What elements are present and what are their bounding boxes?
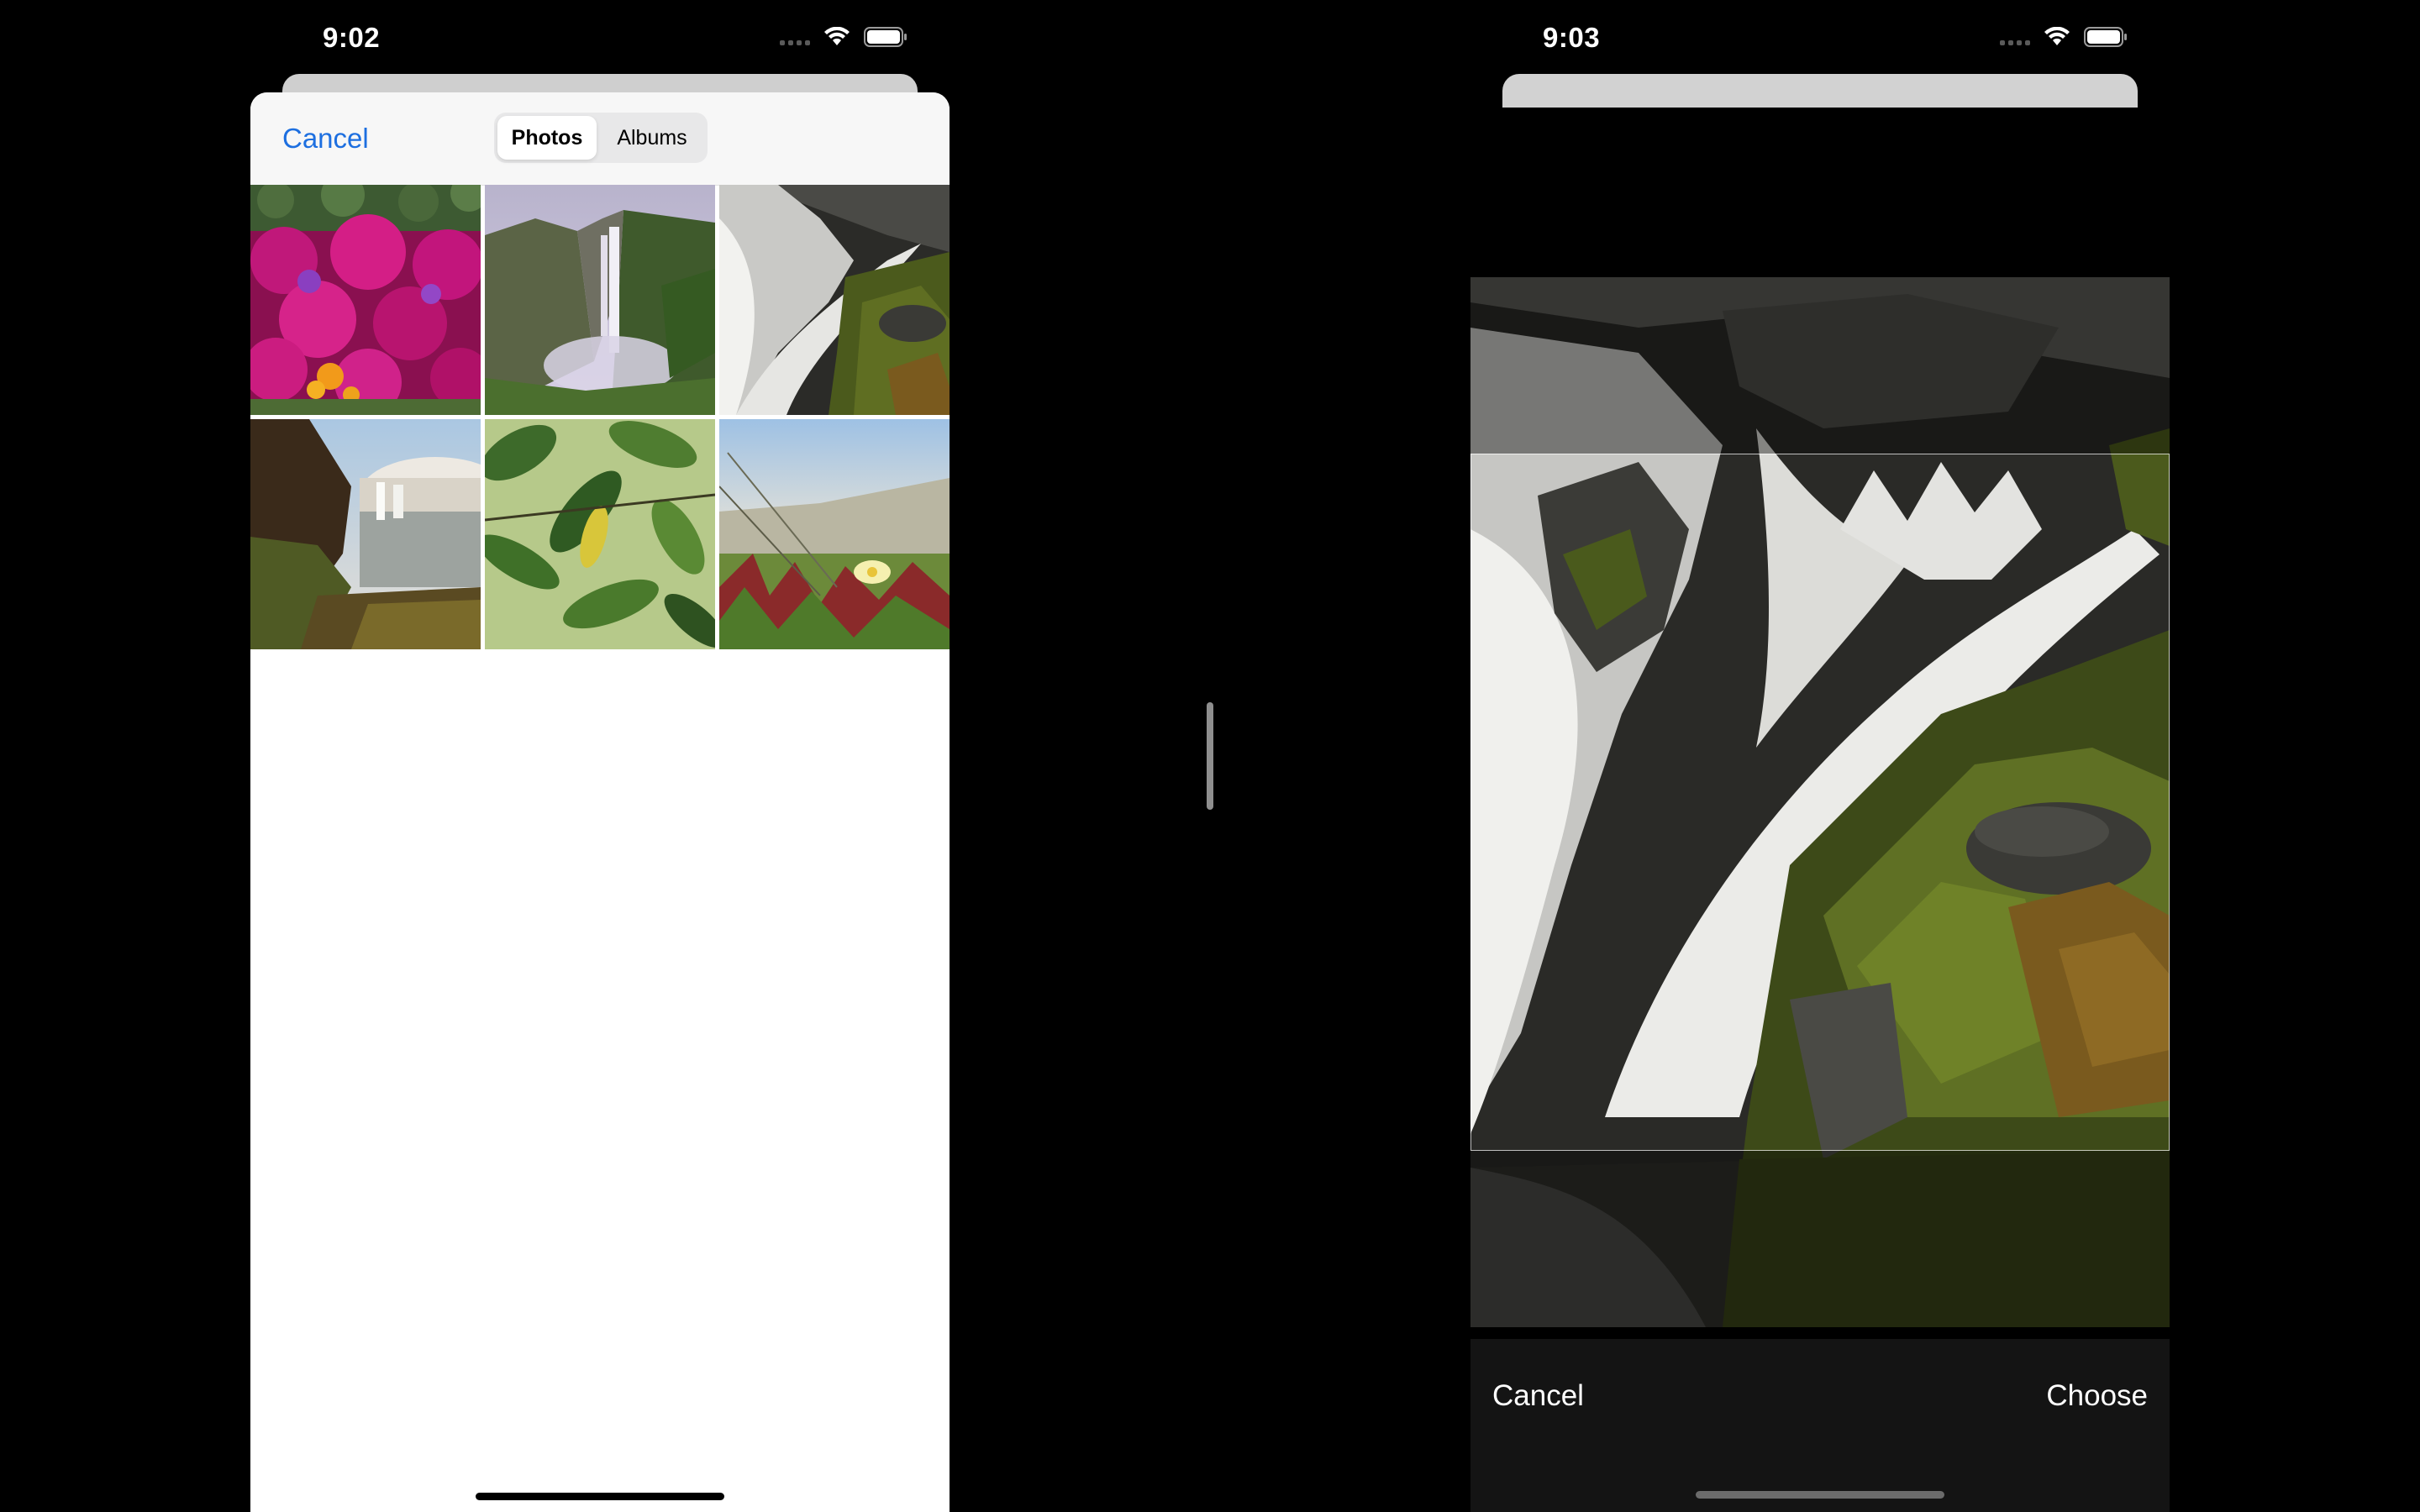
battery-icon [2084,27,2128,47]
status-time: 9:03 [1543,22,1601,53]
cancel-button[interactable]: Cancel [1492,1379,1584,1413]
cellular-signal-icon [780,29,810,45]
choose-button[interactable]: Choose [2046,1379,2148,1413]
status-icons [2000,27,2128,47]
wifi-icon [823,27,850,47]
wifi-icon [2044,27,2070,47]
crop-mask-top [1470,277,2170,454]
photo-picker-sheet: Cancel Photos Albums [250,92,950,1512]
misty-waterfall-thumbnail[interactable] [485,185,715,415]
crop-editor-screen: 9:03 Cancel Choose [1470,0,2170,1512]
home-indicator [1696,1491,1944,1499]
pink-flowers-thumbnail[interactable] [250,185,481,415]
home-indicator [476,1493,724,1500]
crop-area[interactable] [1470,277,2170,1327]
photo-picker-screen: 9:02 Cancel Photos Albums [250,0,950,1512]
rocky-cascade-thumbnail[interactable] [719,185,950,415]
status-time: 9:02 [323,22,381,53]
picker-header: Cancel Photos Albums [250,92,950,186]
crop-frame[interactable] [1470,454,2170,1151]
crop-mask-bottom [1470,1151,2170,1327]
status-icons [780,27,908,47]
coastal-waterfall-thumbnail[interactable] [250,419,481,649]
dune-grass-flower-thumbnail[interactable] [719,419,950,649]
cellular-signal-icon [2000,29,2030,45]
green-leaves-thumbnail[interactable] [485,419,715,649]
battery-icon [864,27,908,47]
source-segmented-control: Photos Albums [494,113,708,163]
status-bar: 9:02 [250,0,950,84]
tab-photos[interactable]: Photos [497,116,597,160]
status-bar: 9:03 [1470,0,2170,84]
background-sheet [1502,74,2138,108]
tab-albums[interactable]: Albums [600,116,704,160]
cancel-button[interactable]: Cancel [282,123,369,155]
split-view-divider-handle[interactable] [1207,702,1213,810]
crop-toolbar: Cancel Choose [1470,1339,2170,1512]
